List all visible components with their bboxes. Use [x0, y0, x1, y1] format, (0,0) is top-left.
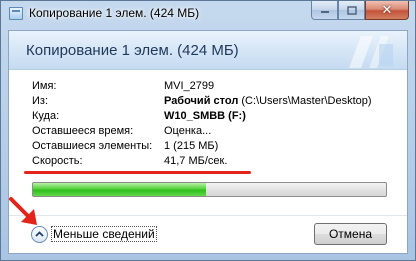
header-band: Копирование 1 элем. (424 МБ) [9, 31, 407, 70]
source-folder-name[interactable]: Рабочий стол [164, 95, 238, 107]
red-underline-annotation [24, 171, 251, 174]
cancel-button[interactable]: Отмена [314, 223, 387, 245]
footer-divider [9, 215, 407, 216]
minimize-icon [320, 11, 329, 13]
progress-fill [33, 183, 206, 196]
close-icon: ✕ [381, 2, 393, 18]
detail-row-speed: Скорость: 41,7 МБ/сек. [9, 155, 407, 170]
detail-label: Из: [32, 95, 49, 107]
detail-value: Оценка... [164, 125, 212, 137]
copy-dialog-window: Копирование 1 элем. (424 МБ) ✕ Копирован… [0, 0, 416, 261]
less-details-toggle[interactable]: Меньше сведений [31, 224, 157, 244]
close-button[interactable]: ✕ [365, 1, 409, 20]
caption-buttons: ✕ [311, 1, 409, 21]
detail-value[interactable]: Рабочий стол (C:\Users\Master\Desktop) [164, 95, 372, 107]
detail-value: 1 (215 МБ) [164, 140, 219, 152]
detail-row-to: Куда: W10_SMBB (F:) [9, 110, 407, 125]
dialog-content: Копирование 1 элем. (424 МБ) Имя: MVI_27… [8, 30, 408, 254]
detail-value: MVI_2799 [164, 80, 215, 92]
destination-drive[interactable]: W10_SMBB (F:) [164, 110, 246, 122]
detail-label: Имя: [32, 80, 57, 92]
window-title: Копирование 1 элем. (424 МБ) [29, 6, 200, 20]
detail-row-from: Из: Рабочий стол (C:\Users\Master\Deskto… [9, 95, 407, 110]
detail-value[interactable]: W10_SMBB (F:) [164, 110, 246, 122]
copy-progress-bar [32, 182, 387, 197]
detail-label: Оставшееся время: [32, 125, 134, 137]
detail-label: Скорость: [32, 155, 83, 167]
decorative-glass-graphic [349, 36, 393, 68]
minimize-button[interactable] [311, 1, 338, 20]
detail-row-items-left: Оставшиеся элементы: 1 (215 МБ) [9, 140, 407, 155]
window-icon [9, 7, 23, 20]
title-bar[interactable]: Копирование 1 элем. (424 МБ) ✕ [1, 1, 415, 27]
detail-label: Оставшиеся элементы: [32, 140, 153, 152]
red-arrow-annotation [9, 197, 37, 225]
detail-row-name: Имя: MVI_2799 [9, 80, 407, 95]
detail-value: 41,7 МБ/сек. [164, 155, 228, 167]
header-title: Копирование 1 элем. (424 МБ) [26, 42, 239, 59]
maximize-button[interactable] [338, 1, 365, 20]
detail-row-time-left: Оставшееся время: Оценка... [9, 125, 407, 140]
less-details-label[interactable]: Меньше сведений [51, 226, 157, 242]
source-path: (C:\Users\Master\Desktop) [238, 95, 372, 107]
detail-label: Куда: [32, 110, 60, 122]
maximize-icon [346, 5, 357, 15]
